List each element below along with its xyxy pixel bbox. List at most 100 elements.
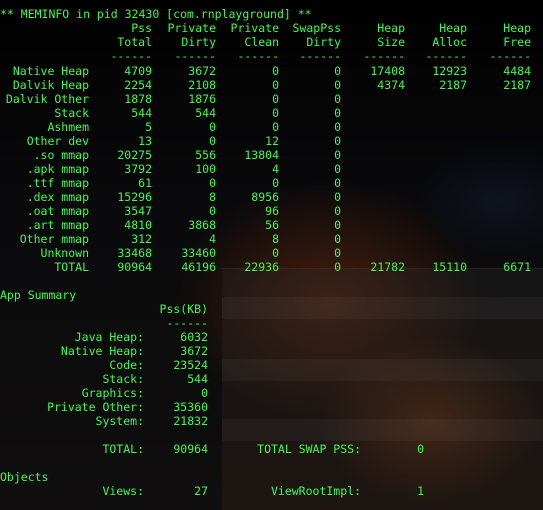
row-value: 3868: [188, 218, 216, 232]
row-label: Other dev: [26, 134, 89, 148]
summary-value: 6032: [180, 330, 208, 344]
row-value: 1876: [188, 92, 216, 106]
terminal-window[interactable]: ** MEMINFO in pid 32430 [com.rnplaygroun…: [0, 0, 543, 510]
row-value: 8: [272, 232, 279, 246]
row-value: 2187: [439, 78, 467, 92]
row-value: 0: [334, 204, 341, 218]
column-header-bottom: Dirty: [181, 35, 216, 49]
row-value: 0: [334, 176, 341, 190]
row-value: 2108: [188, 78, 216, 92]
row-value: 3547: [124, 204, 152, 218]
row-value: 544: [131, 106, 152, 120]
table-row: .oat mmap 3547 0 96 0: [0, 204, 543, 218]
row-value: 6671: [503, 260, 531, 274]
row-value: 556: [195, 148, 216, 162]
row-value: 61: [138, 176, 152, 190]
row-value: 0: [272, 246, 279, 260]
table-row: Stack 544 544 0 0: [0, 106, 543, 120]
table-row: Dalvik Other 1878 1876 0 0: [0, 92, 543, 106]
row-value: 90964: [117, 260, 152, 274]
objects-row: Views: 27 ViewRootImpl: 1: [0, 484, 543, 498]
row-value: 4: [209, 232, 216, 246]
app-summary-column-header: Pss(KB): [0, 302, 543, 316]
summary-row: Code: 23524: [0, 358, 543, 372]
row-value: 2187: [503, 78, 531, 92]
row-value: 33468: [117, 246, 152, 260]
table-row: Native Heap 4709 3672 0 0 17408 12923 4484: [0, 64, 543, 78]
row-value: 100: [195, 162, 216, 176]
row-value: 0: [209, 176, 216, 190]
row-value: 0: [334, 162, 341, 176]
summary-label: Stack:: [102, 372, 144, 386]
row-value: 0: [334, 78, 341, 92]
column-header-top: Private: [230, 21, 279, 35]
total-label: TOTAL:: [102, 442, 144, 456]
row-value: 0: [209, 134, 216, 148]
column-header-top: Heap: [377, 21, 405, 35]
row-value: 0: [334, 190, 341, 204]
column-header-top: Heap: [439, 21, 467, 35]
app-summary-title-text: App Summary: [0, 288, 77, 302]
row-label: Other mmap: [19, 232, 89, 246]
summary-label: Private Other:: [47, 400, 144, 414]
column-separator: ------: [363, 49, 405, 63]
summary-label: Native Heap:: [60, 344, 144, 358]
summary-value: 21832: [173, 414, 208, 428]
row-value: 0: [272, 176, 279, 190]
row-value: 0: [334, 106, 341, 120]
summary-label: Java Heap:: [74, 330, 144, 344]
column-separator: ------: [237, 49, 279, 63]
row-value: 2254: [124, 78, 152, 92]
row-label: Native Heap: [12, 64, 89, 78]
row-value: 12923: [432, 64, 467, 78]
column-header-bottom: Free: [503, 35, 531, 49]
row-label: Dalvik Heap: [12, 78, 89, 92]
row-value: 4: [272, 162, 279, 176]
row-value: 0: [334, 232, 341, 246]
pss-kb-header: Pss(KB): [159, 302, 208, 316]
meminfo-header: ** MEMINFO in pid 32430 [com.rnplaygroun…: [0, 7, 312, 21]
table-row: .so mmap 20275 556 13804 0: [0, 148, 543, 162]
row-label: TOTAL: [54, 260, 89, 274]
row-value: 13: [138, 134, 152, 148]
row-label: .so mmap: [33, 148, 89, 162]
row-value: 3672: [188, 64, 216, 78]
summary-value: 0: [201, 386, 208, 400]
row-value: 0: [209, 204, 216, 218]
row-value: 15296: [117, 190, 152, 204]
column-header-bottom: Clean: [244, 35, 279, 49]
column-header-bottom: Dirty: [306, 35, 341, 49]
summary-row: Java Heap: 6032: [0, 330, 543, 344]
app-summary-separator: ------: [0, 316, 543, 330]
row-value: 4484: [503, 64, 531, 78]
row-value: 0: [334, 120, 341, 134]
row-label: .oat mmap: [26, 204, 89, 218]
column-separator: ------: [425, 49, 467, 63]
row-label: .art mmap: [26, 218, 89, 232]
objects-title-text: Objects: [0, 470, 49, 484]
table-row: Other dev 13 0 12 0: [0, 134, 543, 148]
row-value: 544: [195, 106, 216, 120]
table-row: .apk mmap 3792 100 4 0: [0, 162, 543, 176]
total-swap-pss-value: 0: [417, 442, 424, 456]
views-label: Views:: [102, 484, 144, 498]
row-label: .ttf mmap: [26, 176, 89, 190]
summary-value: 544: [187, 372, 208, 386]
table-row: .ttf mmap 61 0 0 0: [0, 176, 543, 190]
row-label: Dalvik Other: [5, 92, 89, 106]
table-row: Unknown 33468 33460 0 0: [0, 246, 543, 260]
summary-label: System:: [95, 414, 144, 428]
column-header-top: Pss: [131, 21, 152, 35]
column-header-bottom-row: Total Dirty Clean Dirty Size Alloc Free: [0, 35, 543, 49]
column-header-top: SwapPss: [292, 21, 341, 35]
table-row: Dalvik Heap 2254 2108 0 0 4374 2187 2187: [0, 78, 543, 92]
row-value: 0: [272, 106, 279, 120]
pss-kb-separator: ------: [166, 316, 208, 330]
row-value: 0: [272, 78, 279, 92]
row-value: 96: [265, 204, 279, 218]
summary-row: Native Heap: 3672: [0, 344, 543, 358]
row-value: 1878: [124, 92, 152, 106]
table-row: .dex mmap 15296 8 8956 0: [0, 190, 543, 204]
table-row: Other mmap 312 4 8 0: [0, 232, 543, 246]
row-value: 0: [334, 92, 341, 106]
